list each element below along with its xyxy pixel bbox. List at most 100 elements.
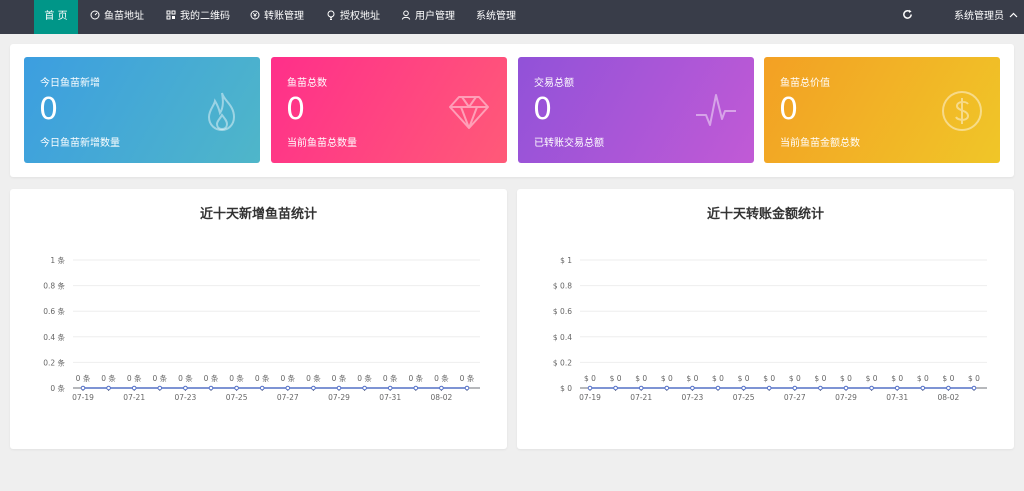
y-tick-label: 0.2 条	[43, 357, 65, 367]
card-subtitle: 当前鱼苗总数量	[287, 138, 357, 149]
data-point	[818, 385, 823, 391]
card-title: 今日鱼苗新增	[40, 78, 100, 89]
data-point	[664, 385, 670, 391]
data-label: $ 0	[635, 374, 647, 383]
nav-item-users[interactable]: 用户管理	[401, 0, 455, 34]
data-label: 0 条	[178, 373, 193, 383]
x-tick-label: 07-29	[835, 393, 857, 402]
x-tick-label: 07-25	[226, 393, 248, 402]
nav-item-qrcode[interactable]: 我的二维码	[166, 0, 230, 34]
data-point	[234, 385, 239, 391]
data-point	[894, 385, 900, 391]
data-point	[792, 385, 798, 391]
data-point	[285, 385, 291, 391]
nav-item-transfer[interactable]: 转账管理	[250, 0, 304, 34]
x-tick-label: 07-19	[72, 393, 94, 402]
fire-icon	[207, 92, 236, 132]
data-point	[106, 385, 111, 391]
diamond-icon	[449, 96, 489, 129]
user-menu[interactable]: 系统管理员	[954, 0, 1018, 34]
data-point	[741, 385, 746, 391]
data-label: $ 0	[610, 374, 622, 383]
data-point	[638, 385, 644, 391]
nav-item-label: 我的二维码	[180, 11, 230, 22]
data-point	[439, 385, 444, 391]
data-label: 0 条	[383, 373, 398, 383]
data-point	[920, 385, 926, 391]
data-label: $ 0	[942, 374, 954, 383]
top-nav-bar: 首 页 鱼苗地址 我的二维码 转账管理 授权地址 用户管理 系统管理 系统管理员	[0, 0, 1024, 34]
data-label: 0 条	[460, 373, 475, 383]
data-label: 0 条	[357, 373, 372, 383]
chevron-up-icon	[1009, 12, 1018, 18]
data-point	[766, 385, 772, 391]
stat-card-total-value: 鱼苗总价值 0 当前鱼苗金额总数	[764, 57, 1000, 163]
pulse-icon	[696, 94, 736, 126]
qrcode-icon	[166, 10, 176, 20]
y-tick-label: $ 0.2	[553, 358, 572, 367]
x-tick-label: 07-27	[784, 393, 806, 402]
data-label: $ 0	[686, 374, 698, 383]
x-tick-label: 07-31	[886, 393, 908, 402]
nav-item-label: 转账管理	[264, 11, 304, 22]
x-tick-label: 07-29	[328, 393, 350, 402]
card-value: 0	[39, 92, 59, 127]
data-label: 0 条	[306, 373, 321, 383]
data-point	[311, 385, 316, 391]
card-title: 鱼苗总价值	[780, 78, 830, 89]
y-tick-label: 1 条	[50, 255, 65, 265]
data-point	[131, 385, 137, 391]
data-label: $ 0	[712, 374, 724, 383]
data-label: $ 0	[661, 374, 673, 383]
nav-item-home[interactable]: 首 页	[34, 0, 78, 34]
nav-item-system[interactable]: 系统管理	[476, 0, 516, 34]
y-tick-label: 0.8 条	[43, 281, 65, 291]
data-point	[946, 385, 951, 391]
data-point	[80, 385, 86, 391]
y-tick-label: 0.6 条	[43, 306, 65, 316]
refresh-button[interactable]	[902, 0, 913, 34]
data-point	[183, 385, 188, 391]
data-label: 0 条	[434, 373, 449, 383]
user-icon	[401, 10, 411, 20]
y-tick-label: 0 条	[50, 383, 65, 393]
data-label: $ 0	[738, 374, 750, 383]
chart-title-transfer: 近十天转账金额统计	[706, 207, 824, 222]
card-value: 0	[533, 92, 553, 127]
x-tick-label: 07-23	[682, 393, 704, 402]
card-title: 鱼苗总数	[287, 78, 327, 89]
user-menu-label: 系统管理员	[954, 11, 1004, 22]
nav-item-label: 鱼苗地址	[104, 11, 144, 22]
y-tick-label: $ 0.6	[553, 307, 572, 316]
data-point	[336, 385, 342, 391]
data-point	[869, 385, 874, 391]
nav-item-auth-address[interactable]: 授权地址	[326, 0, 380, 34]
data-label: $ 0	[814, 374, 826, 383]
x-tick-label: 07-27	[277, 393, 299, 402]
data-point	[464, 385, 470, 391]
y-tick-label: 0.4 条	[43, 332, 65, 342]
data-label: 0 条	[255, 373, 270, 383]
x-tick-label: 07-19	[579, 393, 601, 402]
x-tick-label: 07-21	[630, 393, 652, 402]
data-point	[208, 385, 214, 391]
x-tick-label: 08-02	[431, 393, 453, 402]
data-label: $ 0	[891, 374, 903, 383]
data-point	[387, 385, 393, 391]
dashboard-icon	[90, 10, 100, 20]
dollar-circle-icon	[942, 91, 982, 131]
x-tick-label: 08-02	[938, 393, 960, 402]
x-tick-label: 07-25	[733, 393, 755, 402]
data-label: 0 条	[127, 373, 142, 383]
stat-card-trade-total: 交易总额 0 已转账交易总额	[518, 57, 754, 163]
card-subtitle: 当前鱼苗金额总数	[780, 138, 860, 149]
y-tick-label: $ 0	[560, 384, 572, 393]
card-subtitle: 今日鱼苗新增数量	[40, 138, 120, 149]
card-subtitle: 已转账交易总额	[534, 138, 604, 149]
x-tick-label: 07-23	[175, 393, 197, 402]
data-label: 0 条	[101, 373, 116, 383]
data-label: 0 条	[332, 373, 347, 383]
data-label: 0 条	[408, 373, 423, 383]
nav-item-fish-address[interactable]: 鱼苗地址	[90, 0, 144, 34]
refresh-icon	[903, 9, 912, 19]
